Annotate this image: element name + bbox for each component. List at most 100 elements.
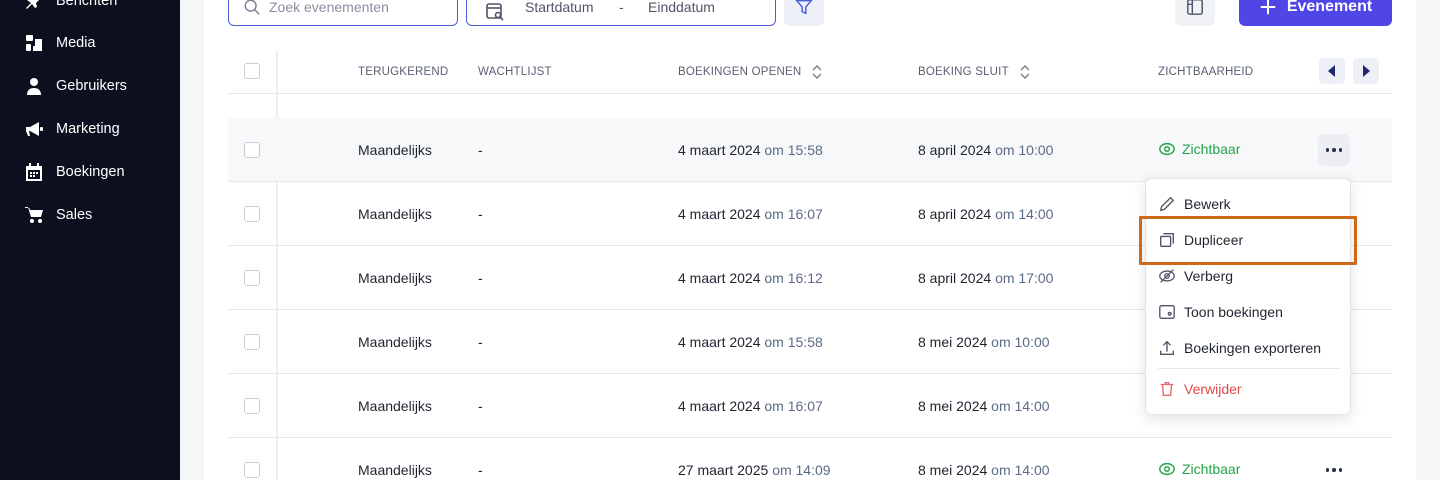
sidebar-item-media[interactable]: Media — [22, 28, 96, 58]
open-date: 4 maart 2024 — [678, 142, 761, 158]
row-checkbox[interactable] — [244, 398, 260, 414]
menu-item-label: Boekingen exporteren — [1184, 340, 1321, 356]
row-actions-button[interactable] — [1318, 454, 1350, 480]
media-icon — [22, 31, 46, 55]
cell-waitlist: - — [478, 334, 483, 350]
cell-booking-opens: 4 maart 2024 om 16:12 — [678, 270, 823, 286]
scroll-right-button[interactable] — [1353, 58, 1379, 84]
start-date-field[interactable]: Startdatum — [525, 0, 593, 15]
add-event-button[interactable]: Evenement — [1239, 0, 1392, 26]
open-time: om 16:07 — [764, 206, 823, 222]
menu-item-delete[interactable]: Verwijder — [1146, 374, 1352, 404]
row-checkbox[interactable] — [244, 206, 260, 222]
cell-recurring: Maandelijks — [358, 334, 432, 350]
row-checkbox[interactable] — [244, 142, 260, 158]
sort-icon[interactable] — [1019, 64, 1031, 80]
header-label: WACHTLIJST — [478, 66, 552, 78]
cell-booking-closes: 8 mei 2024 om 10:00 — [918, 334, 1050, 350]
sidebar-item-boekingen[interactable]: Boekingen — [22, 157, 125, 187]
menu-item-label: Verwijder — [1184, 381, 1242, 397]
header-divider — [228, 93, 1392, 94]
megaphone-icon — [22, 117, 46, 141]
menu-item-show-bookings[interactable]: Toon boekingen — [1146, 297, 1352, 327]
filter-button[interactable] — [784, 0, 824, 26]
cell-waitlist: - — [478, 270, 483, 286]
sidebar-item-label: Sales — [56, 207, 93, 223]
close-time: om 17:00 — [995, 270, 1054, 286]
cell-booking-closes: 8 april 2024 om 17:00 — [918, 270, 1053, 286]
open-date: 4 maart 2024 — [678, 398, 761, 414]
date-separator: - — [619, 0, 624, 15]
eye-icon — [1159, 142, 1175, 156]
close-time: om 10:00 — [995, 142, 1054, 158]
header-label: ZICHTBAARHEID — [1158, 66, 1254, 78]
sidebar-item-marketing[interactable]: Marketing — [22, 114, 120, 144]
open-date: 4 maart 2024 — [678, 334, 761, 350]
sidebar-item-label: Boekingen — [56, 164, 125, 180]
menu-item-label: Verberg — [1184, 268, 1234, 284]
pin-icon — [22, 0, 46, 13]
sidebar-item-label: Media — [56, 35, 96, 51]
search-icon — [244, 0, 260, 15]
open-time: om 16:12 — [764, 270, 823, 286]
menu-divider — [1158, 368, 1340, 369]
visibility-label: Zichtbaar — [1182, 141, 1241, 157]
cell-booking-closes: 8 april 2024 om 14:00 — [918, 206, 1053, 222]
sidebar: Berichten Media Gebruikers Marketing Boe… — [0, 0, 180, 480]
plus-icon — [1260, 0, 1276, 15]
sidebar-item-berichten[interactable]: Berichten — [22, 0, 117, 16]
menu-item-export-bookings[interactable]: Boekingen exporteren — [1146, 333, 1352, 363]
close-date: 8 april 2024 — [918, 206, 992, 222]
open-date: 4 maart 2024 — [678, 206, 761, 222]
end-date-field[interactable]: Einddatum — [648, 0, 715, 15]
open-time: om 14:09 — [772, 462, 831, 478]
columns-icon — [1187, 0, 1203, 15]
close-time: om 10:00 — [991, 334, 1050, 350]
columns-button[interactable] — [1175, 0, 1215, 26]
trash-icon — [1160, 382, 1174, 396]
caret-left-icon — [1328, 65, 1335, 77]
cell-booking-closes: 8 mei 2024 om 14:00 — [918, 462, 1050, 478]
sidebar-item-label: Berichten — [56, 0, 118, 9]
sidebar-item-gebruikers[interactable]: Gebruikers — [22, 71, 127, 101]
header-booking-opens[interactable]: BOEKINGEN OPENEN — [678, 62, 823, 82]
eye-off-icon — [1159, 269, 1175, 283]
cart-icon — [22, 203, 46, 227]
row-checkbox[interactable] — [244, 462, 260, 478]
table-row[interactable]: Maandelijks - 4 maart 2024 om 15:58 8 ap… — [228, 118, 1392, 182]
menu-item-duplicate[interactable]: Dupliceer — [1146, 225, 1352, 255]
close-time: om 14:00 — [991, 398, 1050, 414]
row-checkbox[interactable] — [244, 334, 260, 350]
cell-recurring: Maandelijks — [358, 462, 432, 478]
menu-item-label: Toon boekingen — [1184, 304, 1283, 320]
search-input[interactable]: Zoek evenementen — [228, 0, 458, 26]
row-actions-button[interactable] — [1318, 134, 1350, 166]
table-row[interactable]: Maandelijks - 27 maart 2025 om 14:09 8 m… — [228, 438, 1392, 480]
cell-booking-opens: 4 maart 2024 om 16:07 — [678, 206, 823, 222]
sidebar-item-label: Marketing — [56, 121, 120, 137]
header-booking-closes[interactable]: BOEKING SLUIT — [918, 62, 1031, 82]
cell-recurring: Maandelijks — [358, 206, 432, 222]
caret-right-icon — [1363, 65, 1370, 77]
row-actions-menu: Bewerk Dupliceer Verberg Toon boekingen … — [1145, 178, 1351, 415]
sidebar-item-sales[interactable]: Sales — [22, 200, 92, 230]
scroll-left-button[interactable] — [1319, 58, 1345, 84]
cell-recurring: Maandelijks — [358, 142, 432, 158]
close-date: 8 april 2024 — [918, 142, 992, 158]
cell-waitlist: - — [478, 206, 483, 222]
cell-recurring: Maandelijks — [358, 270, 432, 286]
select-all-checkbox[interactable] — [244, 63, 260, 79]
sidebar-item-label: Gebruikers — [56, 78, 127, 94]
header-waitlist: WACHTLIJST — [478, 62, 552, 82]
add-event-label: Evenement — [1286, 0, 1373, 15]
date-range-picker[interactable]: Startdatum - Einddatum — [466, 0, 776, 26]
menu-item-hide[interactable]: Verberg — [1146, 261, 1352, 291]
sort-icon[interactable] — [811, 64, 823, 80]
visibility-status: Zichtbaar — [1158, 140, 1240, 158]
visibility-label: Zichtbaar — [1182, 461, 1241, 477]
menu-item-edit[interactable]: Bewerk — [1146, 189, 1352, 219]
cell-recurring: Maandelijks — [358, 398, 432, 414]
pencil-icon — [1159, 196, 1175, 212]
row-checkbox[interactable] — [244, 270, 260, 286]
user-icon — [22, 74, 46, 98]
